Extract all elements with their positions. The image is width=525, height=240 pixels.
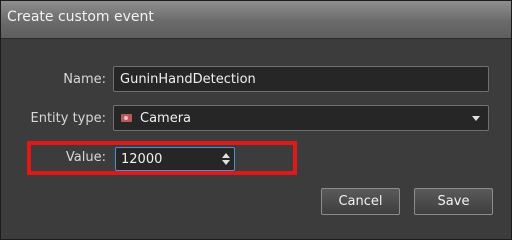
dialog-title: Create custom event [7, 9, 154, 25]
cancel-button[interactable]: Cancel [321, 188, 400, 215]
create-custom-event-dialog: Create custom event Name: Entity type: C… [0, 0, 512, 240]
camera-icon [121, 114, 132, 122]
entity-type-label: Entity type: [30, 111, 106, 126]
name-label: Name: [63, 72, 106, 87]
chevron-down-icon[interactable] [472, 116, 480, 121]
entity-type-select[interactable]: Camera [113, 105, 489, 131]
value-highlight-box [27, 141, 297, 175]
entity-type-value: Camera [140, 111, 192, 126]
title-bar[interactable]: Create custom event [1, 1, 511, 39]
name-input[interactable] [113, 66, 489, 92]
save-button[interactable]: Save [414, 188, 493, 215]
